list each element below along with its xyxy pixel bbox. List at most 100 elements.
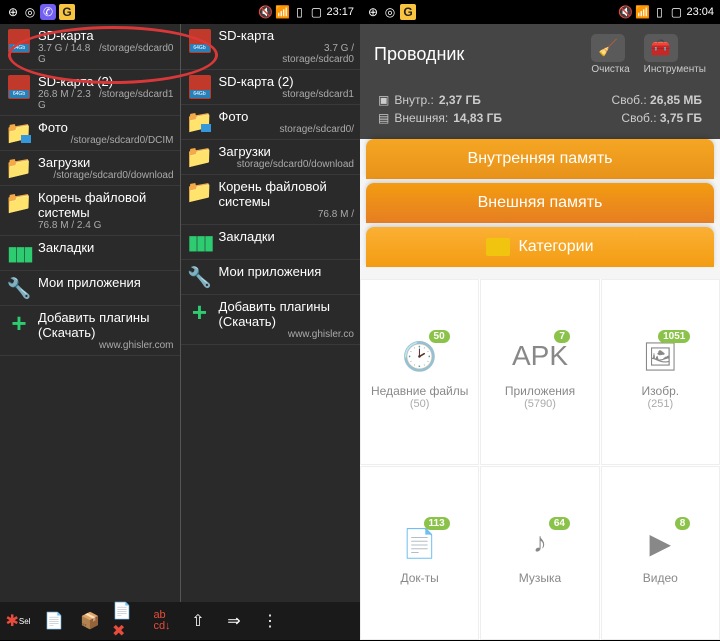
card-categories[interactable]: Категории xyxy=(366,227,714,267)
external-storage-icon: ▤ xyxy=(378,111,389,125)
sim-icon: ▯ xyxy=(292,5,306,19)
phone-right: ⊕ ◎ G 🔇 📶 ▯ ▢ 23:04 Проводник 🧹 Очистка … xyxy=(360,0,720,640)
category-name: Видео xyxy=(643,571,678,585)
entry-title: SD-карта (2) xyxy=(219,74,355,89)
entry-title: Мои приложения xyxy=(38,275,174,290)
category-icon: 📄113 xyxy=(398,521,442,565)
wifi-icon: 📶 xyxy=(635,5,649,19)
entry-title: Загрузки xyxy=(219,144,355,159)
folder-icon: 📁 xyxy=(187,144,213,170)
sim-icon: ▯ xyxy=(652,5,666,19)
delete-icon[interactable]: 📄✖ xyxy=(112,607,140,635)
file-entry[interactable]: 🔧 Мои приложения xyxy=(181,260,361,295)
folder-icon: 📁 xyxy=(6,190,32,216)
category-name: Док-ты xyxy=(401,571,439,585)
viber-icon: ✆ xyxy=(40,4,56,20)
battery-icon: ▢ xyxy=(669,5,683,19)
sd-icon xyxy=(187,28,213,54)
pane-right[interactable]: SD-карта3.7 G /storage/sdcard0SD-карта (… xyxy=(181,24,361,602)
category-name: Недавние файлы xyxy=(371,384,468,398)
internal-storage-icon: ▣ xyxy=(378,93,389,107)
entry-title: Корень файловой системы xyxy=(219,179,355,209)
folder-icon: 📁 xyxy=(187,179,213,205)
entry-title: SD-карта xyxy=(219,28,355,43)
file-entry[interactable]: 📁Загрузки/storage/sdcard0/download xyxy=(0,151,180,186)
select-icon[interactable]: ✱Sel xyxy=(4,607,32,635)
file-entry[interactable]: SD-карта (2)26.8 M / 2.3 G/storage/sdcar… xyxy=(0,70,180,116)
entry-title: Корень файловой системы xyxy=(38,190,174,220)
sd-icon xyxy=(6,74,32,100)
category-icon: 🕑50 xyxy=(398,334,442,378)
copy-icon[interactable]: 📄 xyxy=(40,607,68,635)
menu-icon[interactable]: ⋮ xyxy=(256,607,284,635)
category-name: Музыка xyxy=(519,571,561,585)
up-icon[interactable]: ⇧ xyxy=(184,607,212,635)
category-tile[interactable]: ♪64 Музыка xyxy=(480,466,599,640)
card-internal[interactable]: Внутренняя память xyxy=(366,139,714,179)
category-name: Изобр. xyxy=(642,384,680,398)
category-icon: ♪64 xyxy=(518,521,562,565)
pane-left[interactable]: SD-карта3.7 G / 14.8 G/storage/sdcard0SD… xyxy=(0,24,181,602)
entry-title: Закладки xyxy=(219,229,355,244)
battery-icon: ▢ xyxy=(309,5,323,19)
category-count: (251) xyxy=(647,398,673,410)
entry-title: Мои приложения xyxy=(219,264,355,279)
toolbox-icon: 🧰 xyxy=(644,34,678,62)
folder-img-icon: 📁 xyxy=(6,120,32,146)
category-tile[interactable]: 🖼1051Изобр.(251) xyxy=(601,279,720,465)
entry-title: SD-карта xyxy=(38,28,174,43)
count-badge: 1051 xyxy=(658,330,690,343)
category-count: (50) xyxy=(410,398,430,410)
storage-cards: Внутренняя память Внешняя память Категор… xyxy=(360,139,720,279)
file-entry[interactable]: SD-карта3.7 G / 14.8 G/storage/sdcard0 xyxy=(0,24,180,70)
file-entry[interactable]: SD-карта (2)storage/sdcard1 xyxy=(181,70,361,105)
category-icon: APK7 xyxy=(518,334,562,378)
file-entry[interactable]: +Добавить плагины (Скачать)www.ghisler.c… xyxy=(181,295,361,345)
apps-icon: 🔧 xyxy=(187,264,213,290)
sort-icon[interactable]: abcd↓ xyxy=(148,607,176,635)
file-entry[interactable]: 📁Загрузкиstorage/sdcard0/download xyxy=(181,140,361,175)
entry-title: Добавить плагины (Скачать) xyxy=(38,310,174,340)
tools-button[interactable]: 🧰 Инструменты xyxy=(644,34,706,75)
dual-pane: SD-карта3.7 G / 14.8 G/storage/sdcard0SD… xyxy=(0,24,360,602)
folder-img-icon: 📁 xyxy=(187,109,213,135)
category-tile[interactable]: 🕑50 Недавние файлы(50) xyxy=(360,279,479,465)
category-icon: ▶8 xyxy=(638,521,682,565)
entry-title: Закладки xyxy=(38,240,174,255)
status-bar: ⊕ ◎ ✆ G 🔇 📶 ▯ ▢ 23:17 xyxy=(0,0,360,24)
bookmarks-icon: ▮▮▮ xyxy=(187,229,213,255)
category-count: (5790) xyxy=(524,398,556,410)
clean-button[interactable]: 🧹 Очистка xyxy=(591,34,629,75)
category-tile[interactable]: APK7 Приложения(5790) xyxy=(480,279,599,465)
clock: 23:17 xyxy=(326,6,354,18)
file-entry[interactable]: 📁Фото/storage/sdcard0/DCIM xyxy=(0,116,180,151)
storage-summary: ▣ Внутр.: 2,37 ГБ Своб.: 26,85 МБ ▤ Внеш… xyxy=(360,85,720,139)
mute-icon: 🔇 xyxy=(258,5,272,19)
count-badge: 7 xyxy=(554,330,570,343)
file-entry[interactable]: 📁Корень файловой системы76.8 M / xyxy=(181,175,361,225)
file-entry[interactable]: +Добавить плагины (Скачать)www.ghisler.c… xyxy=(0,306,180,356)
file-entry[interactable]: 📁Корень файловой системы76.8 M / 2.4 G xyxy=(0,186,180,236)
category-tile[interactable]: ▶8 Видео xyxy=(601,466,720,640)
status-bar: ⊕ ◎ G 🔇 📶 ▯ ▢ 23:04 xyxy=(360,0,720,24)
category-name: Приложения xyxy=(505,384,575,398)
category-tile[interactable]: 📄113 Док-ты xyxy=(360,466,479,640)
file-entry[interactable]: SD-карта3.7 G /storage/sdcard0 xyxy=(181,24,361,70)
bookmarks-icon: ▮▮▮ xyxy=(6,240,32,266)
phone-left: ⊕ ◎ ✆ G 🔇 📶 ▯ ▢ 23:17 SD-карта3.7 G / 14… xyxy=(0,0,360,640)
forward-icon[interactable]: ⇒ xyxy=(220,607,248,635)
pack-icon[interactable]: 📦 xyxy=(76,607,104,635)
file-entry[interactable]: 🔧 Мои приложения xyxy=(0,271,180,306)
file-entry[interactable]: ▮▮▮ Закладки xyxy=(0,236,180,271)
count-badge: 50 xyxy=(429,330,450,343)
wifi-icon: 📶 xyxy=(275,5,289,19)
apps-icon: 🔧 xyxy=(6,275,32,301)
entry-title: Фото xyxy=(38,120,174,135)
entry-title: Фото xyxy=(219,109,355,124)
file-entry[interactable]: 📁Фотоstorage/sdcard0/ xyxy=(181,105,361,140)
plus-icon: ⊕ xyxy=(366,5,380,19)
bottom-toolbar: ✱Sel 📄 📦 📄✖ abcd↓ ⇧ ⇒ ⋮ xyxy=(0,602,360,640)
card-external[interactable]: Внешняя память xyxy=(366,183,714,223)
entry-title: SD-карта (2) xyxy=(38,74,174,89)
file-entry[interactable]: ▮▮▮ Закладки xyxy=(181,225,361,260)
